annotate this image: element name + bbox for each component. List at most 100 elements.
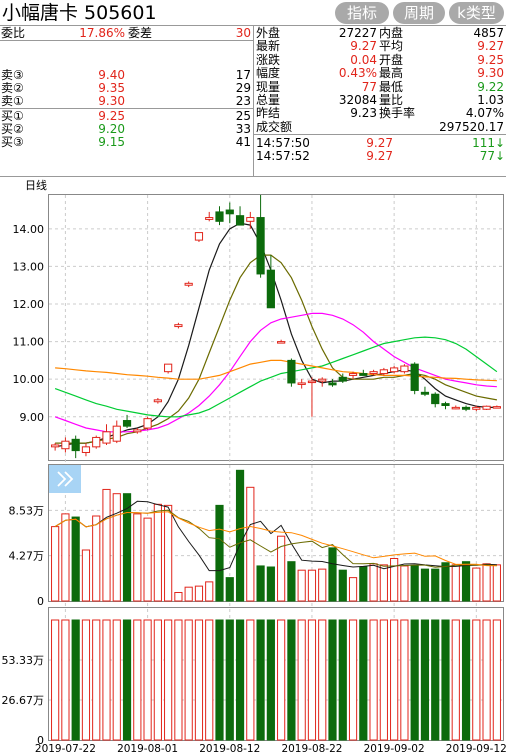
stat-label: 昨结 xyxy=(256,106,281,121)
volume-bar xyxy=(451,564,460,602)
candle-body xyxy=(369,371,378,375)
amount-bar xyxy=(420,619,430,741)
volume-ma-line xyxy=(54,500,497,572)
candle-body xyxy=(307,380,317,384)
volume-bar xyxy=(92,515,101,602)
candle-body xyxy=(51,444,60,448)
amount-bar xyxy=(410,619,419,741)
volume-bar xyxy=(184,586,193,602)
volume-bar xyxy=(143,517,152,602)
amount-bar xyxy=(133,619,142,741)
bid-row: 买② 9.20 33 xyxy=(0,123,253,136)
volume-bar xyxy=(420,568,430,602)
stat-label: 内盘 xyxy=(379,26,404,40)
stat-row: 昨结 9.23 换手率 4.07% xyxy=(253,107,506,120)
volume-bar xyxy=(194,585,204,602)
amount-bar xyxy=(348,619,358,741)
candle-body xyxy=(225,209,234,215)
stat-row: 幅度 0.43% 最高 9.30 xyxy=(253,67,506,80)
amount-bar xyxy=(61,619,70,741)
volume-bar xyxy=(112,493,121,602)
candle-body xyxy=(359,373,368,376)
amount-bar xyxy=(205,619,214,741)
volume-bar xyxy=(369,563,378,602)
period-label: 日线 xyxy=(25,178,47,192)
ask-row: 卖② 9.35 29 xyxy=(0,82,253,95)
candle-body xyxy=(420,391,430,395)
amount-bar xyxy=(153,619,162,741)
header-bar: 小幅唐卡 505601 指标 周期 k类型 xyxy=(0,0,506,26)
amount-row: 成交额 297520.17 xyxy=(253,121,506,134)
indicator-button[interactable]: 指标 xyxy=(335,2,389,24)
date-tick-label: 2019-08-01 xyxy=(117,743,178,755)
candle-body xyxy=(410,363,419,391)
candle-body xyxy=(184,282,193,286)
tick-row: 14:57:52 9.27 77 ↓ xyxy=(253,150,506,163)
candle-body xyxy=(379,369,388,375)
bid-label: 买③ xyxy=(1,135,24,149)
stat-row: 最新 9.27 平均 9.27 xyxy=(253,40,506,53)
volume-bar xyxy=(348,577,358,602)
amount-bar xyxy=(297,619,306,741)
stat-label: 开盘 xyxy=(379,52,404,67)
candle-body xyxy=(102,431,111,444)
amount-bar xyxy=(215,619,224,741)
candle-body xyxy=(215,211,224,222)
tick-volume: 77 xyxy=(479,149,495,163)
tick-price: 9.27 xyxy=(366,149,393,163)
date-tick-label: 2019-08-12 xyxy=(199,743,260,755)
stat-value: 9.27 xyxy=(477,39,504,54)
amount-bar xyxy=(71,619,80,741)
amount-bar xyxy=(122,619,132,741)
kline-type-button[interactable]: k类型 xyxy=(449,2,504,24)
candle-body xyxy=(153,399,162,403)
amount-bar xyxy=(51,619,60,741)
candle-body xyxy=(143,418,152,429)
amount-bar xyxy=(482,619,491,741)
volume-bar xyxy=(174,592,183,602)
quote-panel: 委比 17.86% 委差 30 卖③ 9.40 17 卖② 9.35 29 卖①… xyxy=(0,26,506,176)
candle-body xyxy=(194,232,204,241)
volume-bar xyxy=(51,526,60,602)
stat-label: 最新 xyxy=(256,39,281,54)
kline-chart-area[interactable]: 日线 14.00 13.00 12.00 11.00 10.00 9.00 8.53万 4.2… xyxy=(0,176,506,756)
moving-average-lines xyxy=(54,222,498,448)
volume-bar xyxy=(133,513,142,602)
amount-bar xyxy=(441,619,450,741)
date-tick-label: 2019-09-12 xyxy=(446,743,506,755)
volume-bar xyxy=(102,488,111,602)
weibi-value: 17.86% xyxy=(79,26,125,40)
amount-bar xyxy=(102,619,111,741)
candle-body xyxy=(246,217,255,222)
volume-bar xyxy=(81,549,91,602)
stat-value: 1.03 xyxy=(477,93,504,107)
volume-bar xyxy=(379,564,388,602)
stat-value: 0.43% xyxy=(338,66,377,81)
stat-label: 平均 xyxy=(379,39,404,54)
stat-label: 最低 xyxy=(379,79,404,94)
volume-bar xyxy=(266,566,275,602)
amount-bar xyxy=(492,619,501,741)
volume-bar xyxy=(215,504,224,602)
ask-row: 卖③ 9.40 17 xyxy=(0,69,253,82)
stat-value: 77 xyxy=(361,79,377,94)
period-button[interactable]: 周期 xyxy=(393,2,445,24)
amount-bar xyxy=(328,619,337,741)
amount-bar xyxy=(266,619,275,741)
volume-bar xyxy=(205,581,214,602)
amount-tick-label: 26.67万 xyxy=(2,694,45,707)
amount-bar xyxy=(112,619,121,741)
ask-label: 卖① xyxy=(1,94,24,108)
stat-value: 4857 xyxy=(473,26,504,40)
volume-bar xyxy=(256,565,265,602)
amount-bar xyxy=(431,619,440,741)
date-tick-label: 2019-07-22 xyxy=(35,743,96,755)
volume-bar xyxy=(482,563,491,602)
volume-bar xyxy=(410,565,419,602)
volume-bar xyxy=(164,504,173,602)
volume-ma-line xyxy=(54,509,497,568)
candlestick-series xyxy=(51,195,501,459)
volume-ma-lines xyxy=(54,500,497,572)
bid-row: 买③ 9.15 41 xyxy=(0,136,253,149)
stat-label: 幅度 xyxy=(256,66,281,81)
